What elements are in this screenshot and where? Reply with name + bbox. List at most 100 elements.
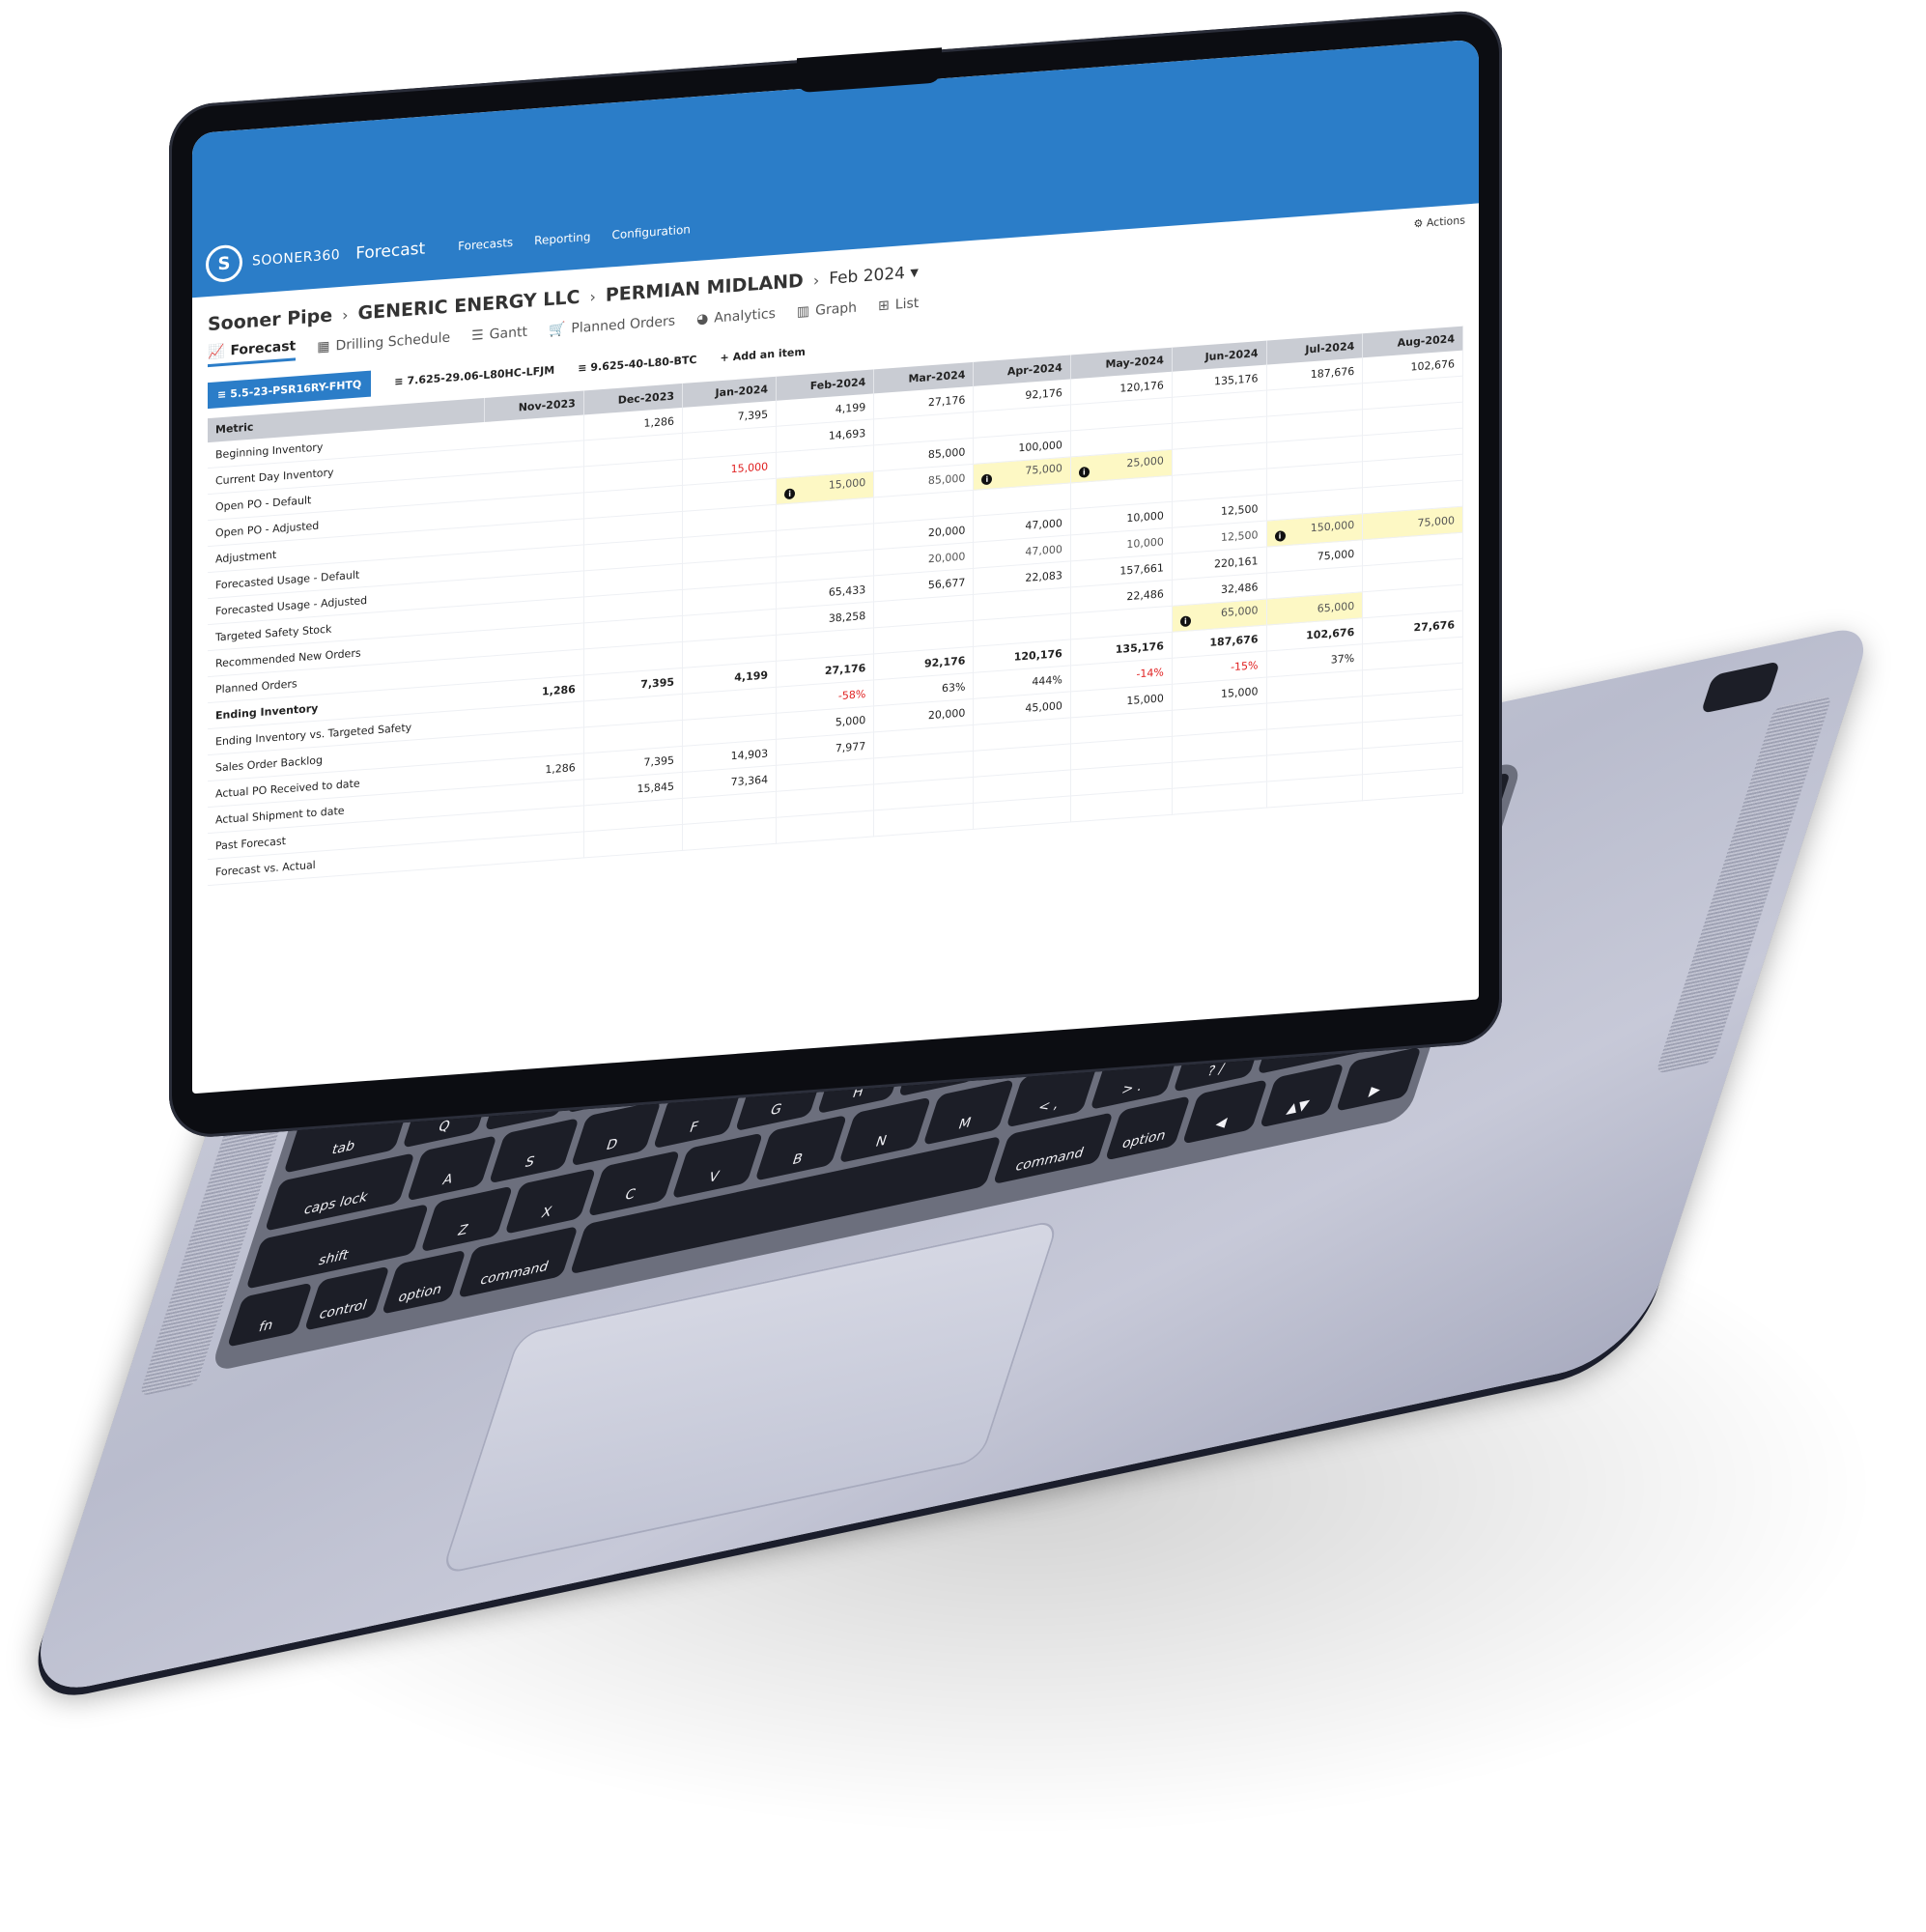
tab-label: Planned Orders [571, 313, 676, 337]
key[interactable]: control [303, 1265, 390, 1331]
cell-value: 444% [1032, 672, 1062, 688]
tab-label: Forecast [230, 338, 297, 359]
item-chip[interactable]: ≡ 7.625-29.06-L80HC-LFJM [394, 364, 554, 388]
cell-value: 38,258 [828, 609, 866, 625]
item-chip-selected[interactable]: ≡ 5.5-23-PSR16RY-FHTQ [208, 370, 372, 410]
info-icon[interactable]: i [784, 488, 796, 500]
tab-label: Gantt [489, 324, 527, 343]
cell-value: -58% [837, 687, 866, 702]
tab-list[interactable]: ⊞ List [878, 296, 919, 318]
chevron-right-icon: › [342, 304, 349, 325]
pie-chart-icon: ◕ [696, 311, 709, 327]
brand-name: SOONER360 [252, 246, 341, 270]
item-chip-label: 9.625-40-L80-BTC [590, 353, 697, 374]
tab-label: Analytics [714, 305, 776, 327]
cell-value: 92,176 [1025, 385, 1062, 402]
top-nav: Forecasts Reporting Configuration [458, 222, 691, 253]
add-item-label: Add an item [732, 345, 806, 364]
line-chart-icon: 📈 [208, 343, 225, 361]
cell-value: 27,676 [1413, 617, 1455, 634]
cell-value: 85,000 [927, 470, 966, 487]
item-chip-label: 7.625-29.06-L80HC-LFJM [407, 363, 555, 387]
list-icon: ≡ [578, 361, 587, 375]
cell-value: 4,199 [835, 400, 866, 415]
item-chip[interactable]: ≡ 9.625-40-L80-BTC [578, 354, 696, 375]
calendar-icon: ▦ [317, 338, 330, 355]
cell-value: 1,286 [545, 760, 576, 776]
add-item-button[interactable]: + Add an item [720, 346, 805, 364]
cell-value: 10,000 [1126, 508, 1164, 525]
cell-value: 7,395 [737, 407, 769, 423]
key[interactable]: option [1104, 1095, 1191, 1161]
cell-value: 7,395 [643, 753, 675, 769]
cell-value: 135,176 [1115, 639, 1164, 656]
cell-value: 65,433 [828, 582, 866, 599]
table-icon: ⊞ [878, 298, 890, 315]
cell-value: 25,000 [1126, 454, 1164, 470]
cell-value: 150,000 [1310, 518, 1355, 535]
cell-value: 27,176 [927, 392, 966, 409]
tab-label: Graph [815, 299, 858, 319]
info-icon[interactable]: i [1179, 615, 1191, 628]
key[interactable]: option [381, 1249, 467, 1315]
cell-value: 187,676 [1310, 364, 1355, 381]
cell-value: 10,000 [1126, 534, 1164, 551]
tab-gantt[interactable]: ☰ Gantt [471, 325, 527, 348]
table-cell[interactable] [682, 817, 777, 851]
key[interactable]: ▲▼ [1259, 1063, 1345, 1128]
touch-id-key[interactable] [1700, 661, 1781, 715]
cell-value: 4,199 [734, 668, 769, 684]
cell-value: 1,286 [542, 682, 576, 698]
chevron-right-icon: › [589, 287, 596, 306]
speaker-grille-right [1655, 695, 1833, 1075]
tab-label: List [894, 295, 920, 313]
cell-value: 100,000 [1018, 438, 1062, 454]
cell-value: 75,000 [1317, 547, 1355, 563]
cell-value: 20,000 [927, 705, 966, 722]
cell-value: 45,000 [1025, 698, 1062, 715]
gear-icon: ⚙ [1413, 216, 1424, 231]
cell-value: 12,500 [1221, 527, 1259, 544]
cell-value: 102,676 [1306, 625, 1355, 642]
key[interactable]: fn [226, 1282, 313, 1348]
cell-value: 22,083 [1025, 568, 1062, 584]
key[interactable]: ◀ [1181, 1079, 1268, 1145]
cell-value: 7,977 [835, 739, 866, 754]
cell-value: 187,676 [1209, 632, 1259, 649]
laptop-lid: S SOONER360 Forecast Forecasts Reporting… [169, 8, 1502, 1140]
item-chip-label: 5.5-23-PSR16RY-FHTQ [230, 378, 362, 401]
module-name: Forecast [355, 239, 426, 264]
cell-value: 73,364 [730, 772, 769, 788]
info-icon[interactable]: i [981, 473, 993, 486]
bar-chart-icon: ▥ [796, 303, 810, 321]
cell-value: 85,000 [927, 444, 966, 461]
list-icon: ≡ [217, 387, 227, 402]
list-icon: ≡ [394, 375, 404, 388]
nav-forecasts[interactable]: Forecasts [458, 236, 513, 253]
info-icon[interactable]: i [1274, 530, 1286, 542]
bars-icon: ☰ [471, 327, 484, 345]
cell-value: 15,000 [1221, 684, 1259, 700]
cell-value: 220,161 [1214, 554, 1259, 571]
cell-value: 65,000 [1221, 604, 1259, 620]
cell-value: 120,176 [1013, 646, 1062, 664]
cell-value: 20,000 [927, 523, 966, 539]
cell-value: 5,000 [835, 713, 866, 728]
key[interactable]: ▶ [1336, 1046, 1422, 1112]
cell-value: 15,000 [1126, 691, 1164, 707]
cell-value: 135,176 [1214, 371, 1259, 388]
nav-reporting[interactable]: Reporting [534, 230, 590, 247]
forecast-table: Metric Nov-2023 Dec-2023 Jan-2024 Feb-2024 M… [208, 326, 1463, 886]
cell-value: 56,677 [927, 575, 966, 591]
cell-value: 15,000 [730, 459, 769, 475]
cell-value: -15% [1231, 658, 1259, 673]
chevron-right-icon: › [812, 270, 820, 290]
sooner360-logo-icon[interactable]: S [206, 243, 242, 284]
cell-value: 63% [941, 679, 966, 695]
cell-value: -14% [1136, 665, 1164, 680]
nav-configuration[interactable]: Configuration [612, 222, 691, 242]
table-cell[interactable] [1172, 781, 1266, 815]
cell-value: 22,486 [1126, 586, 1164, 603]
info-icon[interactable]: i [1078, 467, 1090, 478]
cell-value: 75,000 [1417, 513, 1456, 529]
